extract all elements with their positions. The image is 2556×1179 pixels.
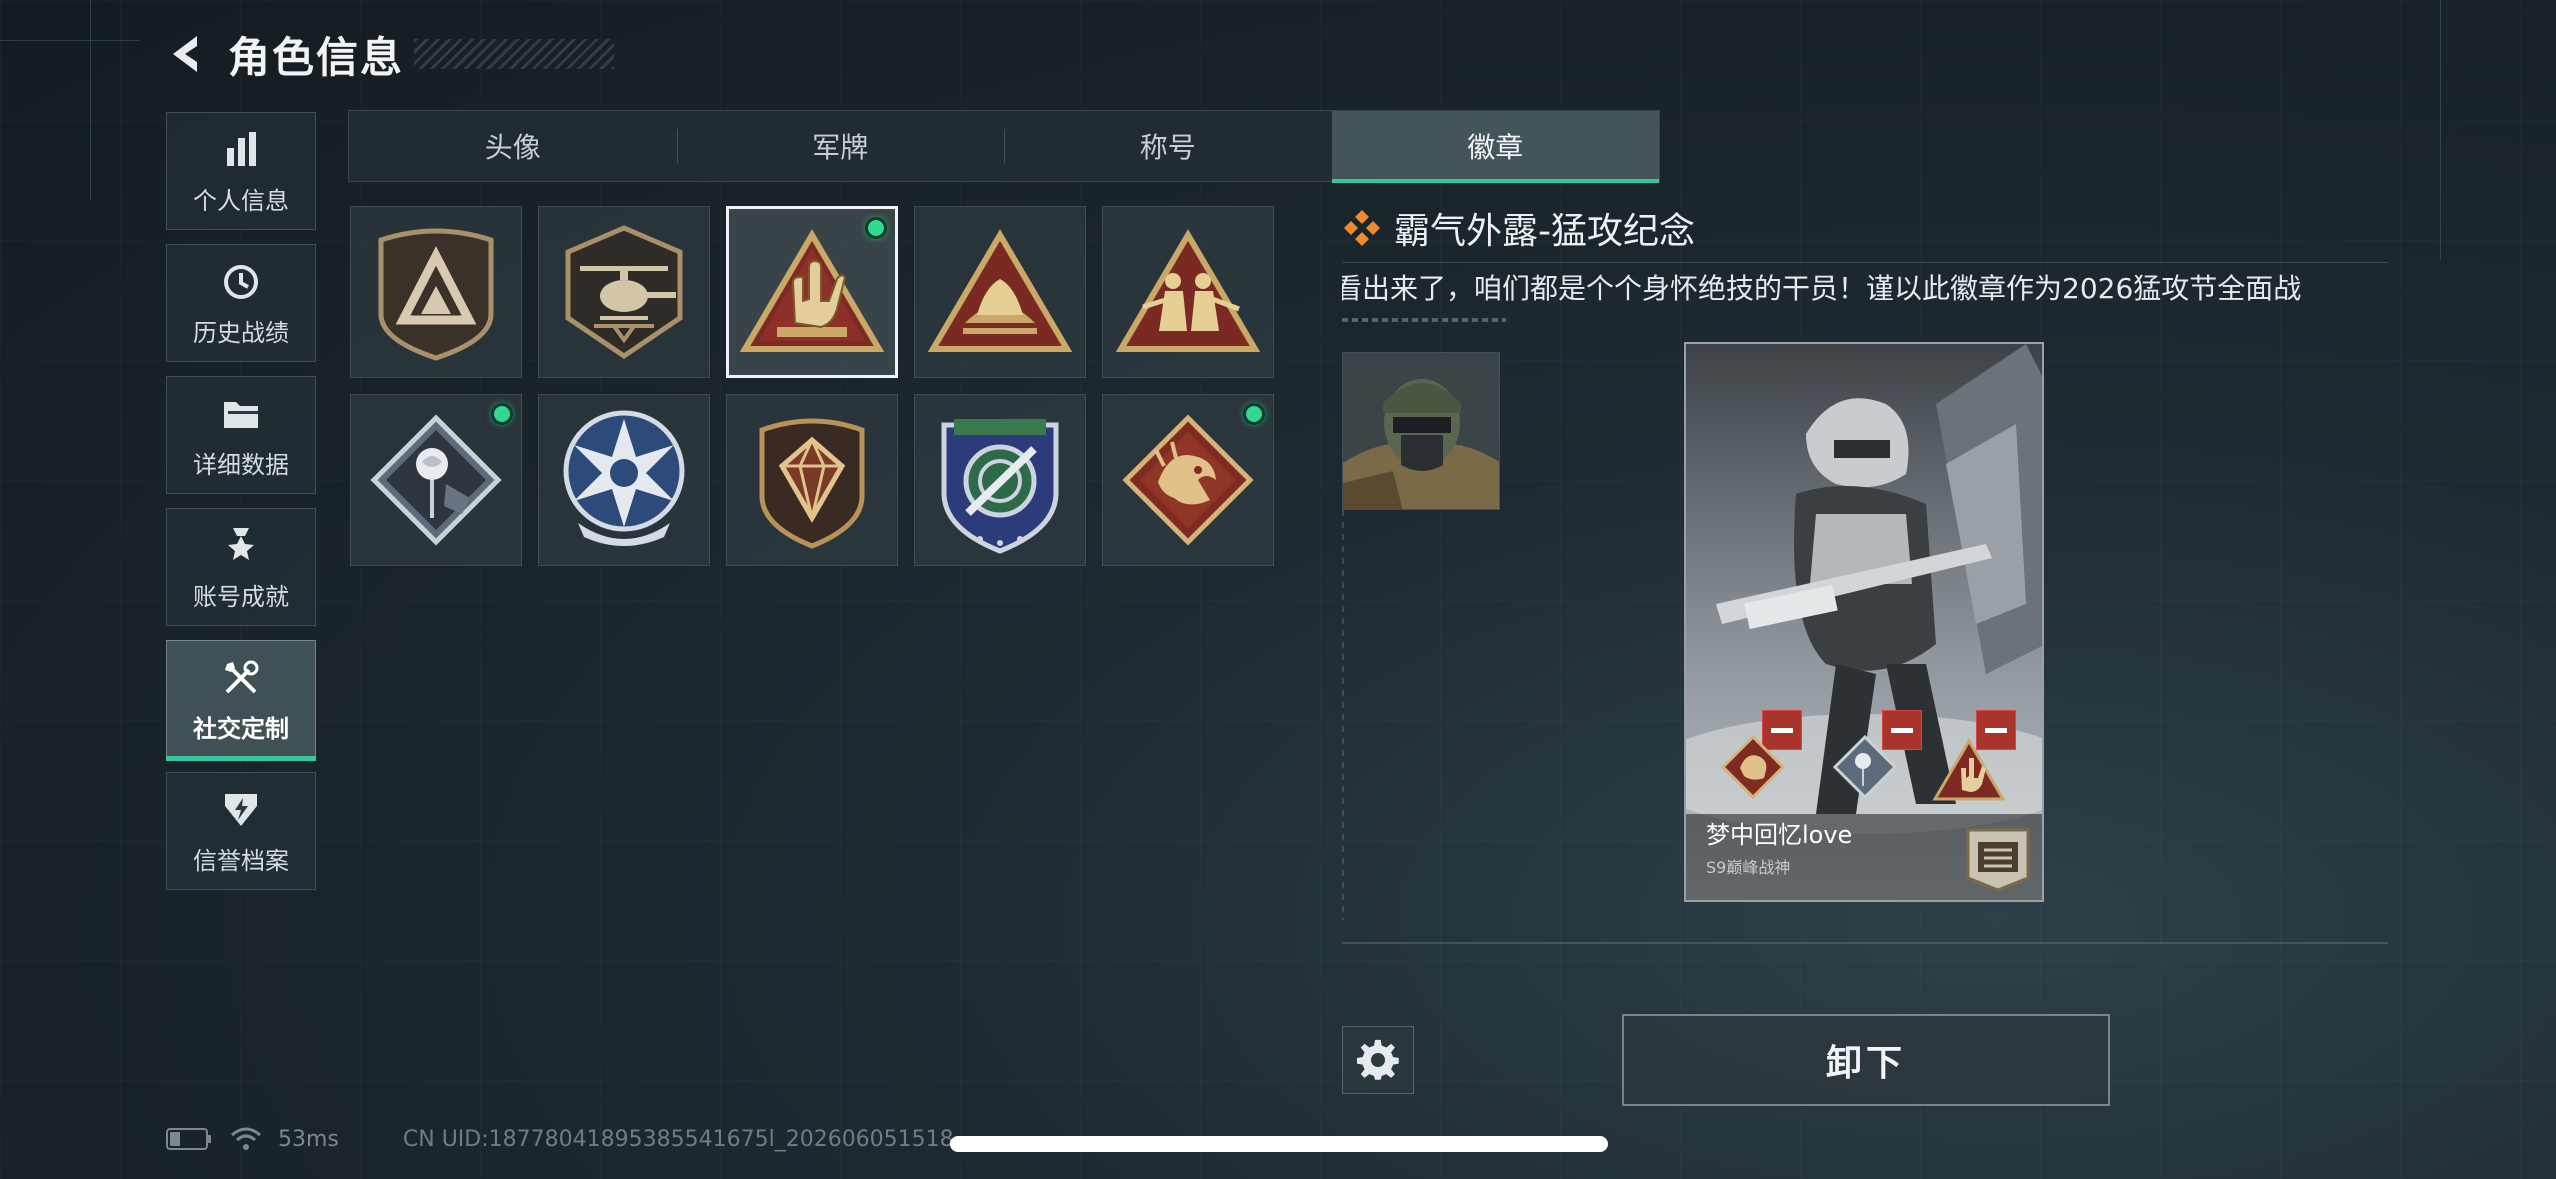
title-decoration [414,39,615,69]
gear-icon [1356,1039,1399,1080]
player-name: 梦中回忆love [1706,821,1853,849]
nav-item-credit-record[interactable]: 信誉档案 [166,772,316,890]
hand-horns-triangle-badge-icon [1932,738,2006,801]
category-tabs: 头像 军牌 称号 徽章 [348,110,1660,183]
diamond-cluster-icon [1344,210,1380,246]
badge-title: 霸气外露-猛攻纪念 [1394,211,1695,252]
back-button[interactable] [160,22,218,86]
nav-item-personal-info[interactable]: 个人信息 [166,112,316,230]
decor-line [0,40,140,41]
user-uid: CN UID:18778041895385541675l_20260605151… [402,1126,954,1152]
soldiers-triangle-badge-icon [1115,229,1261,352]
badge-slot[interactable] [1102,394,1274,566]
decor-line [1342,510,1344,920]
badge-slot[interactable] [538,394,710,566]
status-bar: 53ms CN UID:18778041895385541675l_202606… [166,1126,954,1152]
settings-button[interactable] [1342,1026,1414,1094]
page-title: 角色信息 [228,32,405,82]
home-indicator[interactable] [950,1136,1608,1152]
nav-label: 信誉档案 [193,846,289,875]
history-clock-icon [218,259,264,305]
badge-slot[interactable] [1102,206,1274,378]
badge-detail-header: 霸气外露-猛攻纪念 [1342,202,1695,254]
badge-grid [350,206,1280,566]
player-avatar [1342,352,1500,510]
target-knife-shield-badge-icon [941,419,1059,554]
ping-value: 53ms [278,1126,339,1152]
tab-title[interactable]: 称号 [1004,111,1332,181]
badge-slot[interactable] [726,394,898,566]
dragon-diamond-badge-icon [1122,414,1254,546]
divider [1342,942,2388,944]
medal-star-icon [218,523,264,569]
nav-item-detailed-data[interactable]: 详细数据 [166,376,316,494]
gem-shield-badge-icon [759,418,865,549]
battery-icon [166,1128,211,1150]
side-nav: 个人信息 历史战绩 详细数据 账号成就 社交定制 信誉档案 [166,112,316,904]
rose-diamond-badge-icon [370,414,502,546]
rank-emblem-icon [1966,828,2030,892]
nav-label: 详细数据 [193,450,289,479]
nav-label: 社交定制 [193,714,289,743]
dragon-diamond-badge-icon [1720,734,1786,800]
triangle-shield-badge-icon [378,228,494,361]
equipped-indicator [865,217,887,239]
divider [1342,262,2388,263]
helicopter-shield-badge-icon [565,225,683,360]
bar-chart-icon [218,127,264,173]
badge-slot[interactable] [726,206,898,378]
equipped-indicator [491,403,513,425]
marquee-indicator [1342,318,1506,322]
badge-slot[interactable] [350,206,522,378]
decor-line [2440,0,2441,260]
soldier-avatar-icon [1343,353,1499,509]
star-circle-badge-icon [563,410,685,546]
badge-description: 看出来了，咱们都是个个身怀绝技的干员！谨以此徽章作为2026猛攻节全面战 [1342,272,2302,305]
tab-dog-tag[interactable]: 军牌 [676,111,1005,181]
page-header: 角色信息 [160,22,615,86]
badge-slot[interactable] [914,206,1086,378]
nav-item-social-customization[interactable]: 社交定制 [166,640,316,761]
tab-badge[interactable]: 徽章 [1331,111,1659,183]
equipped-indicator [1243,403,1265,425]
decor-line [90,0,91,200]
tools-icon [218,655,264,701]
lotus-triangle-badge-icon [927,229,1073,352]
nav-label: 账号成就 [193,582,289,611]
folder-icon [218,391,264,437]
badge-slot[interactable] [350,394,522,566]
player-rank: S9巅峰战神 [1706,858,1791,877]
rose-diamond-badge-icon [1832,734,1898,800]
badge-description-marquee: 看出来了，咱们都是个个身怀绝技的干员！谨以此徽章作为2026猛攻节全面战 [1342,268,2388,314]
unequip-button[interactable]: 卸下 [1622,1014,2110,1106]
nav-label: 历史战绩 [193,318,289,347]
back-arrow-icon [173,36,197,72]
tab-avatar[interactable]: 头像 [349,111,677,181]
badge-slot[interactable] [538,206,710,378]
player-card-preview: 梦中回忆love S9巅峰战神 [1684,342,2044,902]
hand-horns-triangle-badge-icon [739,229,885,352]
nav-item-history[interactable]: 历史战绩 [166,244,316,362]
badge-slot[interactable] [914,394,1086,566]
wifi-icon [231,1127,261,1150]
shield-lightning-icon [218,787,264,833]
nav-label: 个人信息 [193,186,289,215]
nav-item-achievements[interactable]: 账号成就 [166,508,316,626]
